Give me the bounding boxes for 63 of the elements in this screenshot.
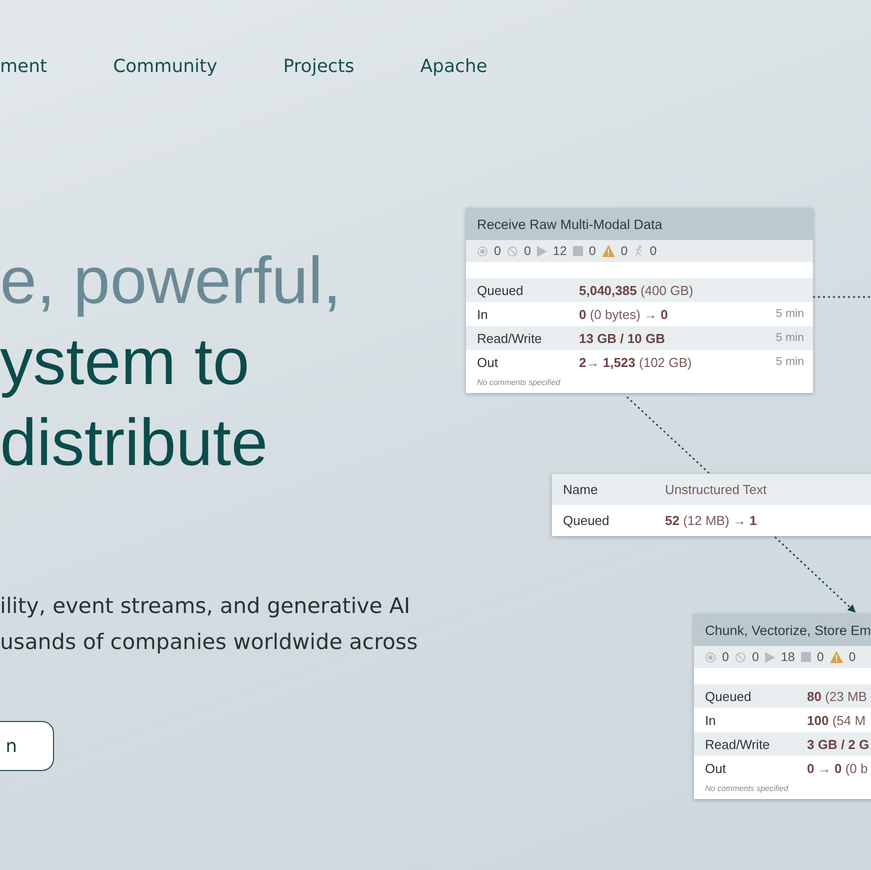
nav-link[interactable]: Apache	[420, 54, 488, 80]
stat-label: Queued	[477, 282, 524, 298]
stat-label: Out	[705, 760, 727, 776]
play-icon	[536, 246, 547, 256]
target-icon	[477, 246, 488, 256]
connection-value: Unstructured Text	[665, 482, 768, 497]
status-count: 0	[752, 650, 759, 664]
connection-value: 52 (12 MB) → 1	[665, 513, 758, 528]
stat-label: In	[705, 712, 717, 728]
stat-label: In	[477, 306, 489, 322]
crossed-circle-icon	[734, 652, 746, 662]
stat-label: Queued	[705, 688, 752, 704]
stat-value: 100 (54 M	[807, 712, 867, 728]
stat-value: 0 → 0 (0 b	[807, 760, 869, 776]
processor-title: Chunk, Vectorize, Store Em	[694, 614, 871, 646]
processor-card[interactable]: Chunk, Vectorize, Store Em 0 0 18 0 0 Queued 80 (23 MB In 100 (54 M Read/Write 3 GB / 2 G Out 0 → 0 (0 b No comments specified	[694, 614, 871, 799]
headline-line: e, powerful,	[0, 242, 342, 319]
stat-value: 13 GB / 10 GB	[579, 330, 666, 346]
description-line: usands of companies worldwide across	[0, 629, 418, 657]
stat-value: 5,040,385 (400 GB)	[579, 282, 694, 298]
nav-link[interactable]: ment	[0, 54, 48, 80]
headline-line: ystem to	[0, 323, 250, 400]
stat-time: 5 min	[776, 332, 804, 344]
stat-label: Read/Write	[477, 330, 543, 346]
status-count: 0	[650, 244, 657, 258]
crossed-circle-icon	[506, 246, 518, 256]
status-count: 18	[780, 650, 795, 664]
comment-text: No comments specified	[476, 377, 562, 389]
stat-value: 2→ 1,523 (102 GB)	[579, 354, 693, 370]
stop-icon	[572, 246, 583, 256]
nav-link[interactable]: Community	[113, 54, 218, 80]
status-count: 0	[722, 650, 729, 664]
stat-value: 80 (23 MB	[807, 688, 868, 704]
stat-label: Out	[477, 354, 499, 370]
stat-time: 5 min	[776, 308, 804, 320]
processor-card[interactable]: Receive Raw Multi-Modal Data 0 0 12 0 0 0 Queued 5,040,385 (400 GB) In 0 (0 bytes) → 0 5 min Read/Write 13 GB / 10 GB 5 min Out 2→ 1,523 (102 GB) 5 min No comments specified	[466, 208, 813, 393]
connector-line	[813, 296, 871, 298]
stat-time: 5 min	[776, 356, 804, 368]
cta-button[interactable]: n	[0, 721, 54, 771]
status-count: 0	[848, 650, 856, 664]
connection-label: Name	[563, 482, 599, 497]
status-count: 12	[552, 244, 567, 258]
status-count: 0	[588, 244, 596, 258]
play-icon	[764, 652, 775, 662]
comment-text: No comments specified	[704, 783, 790, 795]
warning-icon	[602, 245, 615, 257]
connection-card[interactable]: Name Unstructured Text Queued 52 (12 MB) → 1	[552, 474, 871, 536]
processor-title: Receive Raw Multi-Modal Data	[466, 208, 813, 240]
status-count: 0	[620, 244, 628, 258]
headline-line: distribute	[0, 404, 268, 481]
status-count: 0	[494, 244, 501, 258]
target-icon	[705, 652, 716, 662]
connection-label: Queued	[563, 513, 610, 528]
nav-link[interactable]: Projects	[283, 54, 354, 80]
stat-label: Read/Write	[705, 736, 771, 752]
figure-icon	[634, 245, 644, 257]
stop-icon	[800, 652, 811, 662]
status-count: 0	[524, 244, 531, 258]
status-count: 0	[816, 650, 824, 664]
stat-value: 0 (0 bytes) → 0	[579, 306, 669, 322]
warning-icon	[830, 651, 843, 663]
stat-value: 3 GB / 2 G	[807, 736, 870, 752]
description-line: ility, event streams, and generative AI	[0, 593, 412, 621]
